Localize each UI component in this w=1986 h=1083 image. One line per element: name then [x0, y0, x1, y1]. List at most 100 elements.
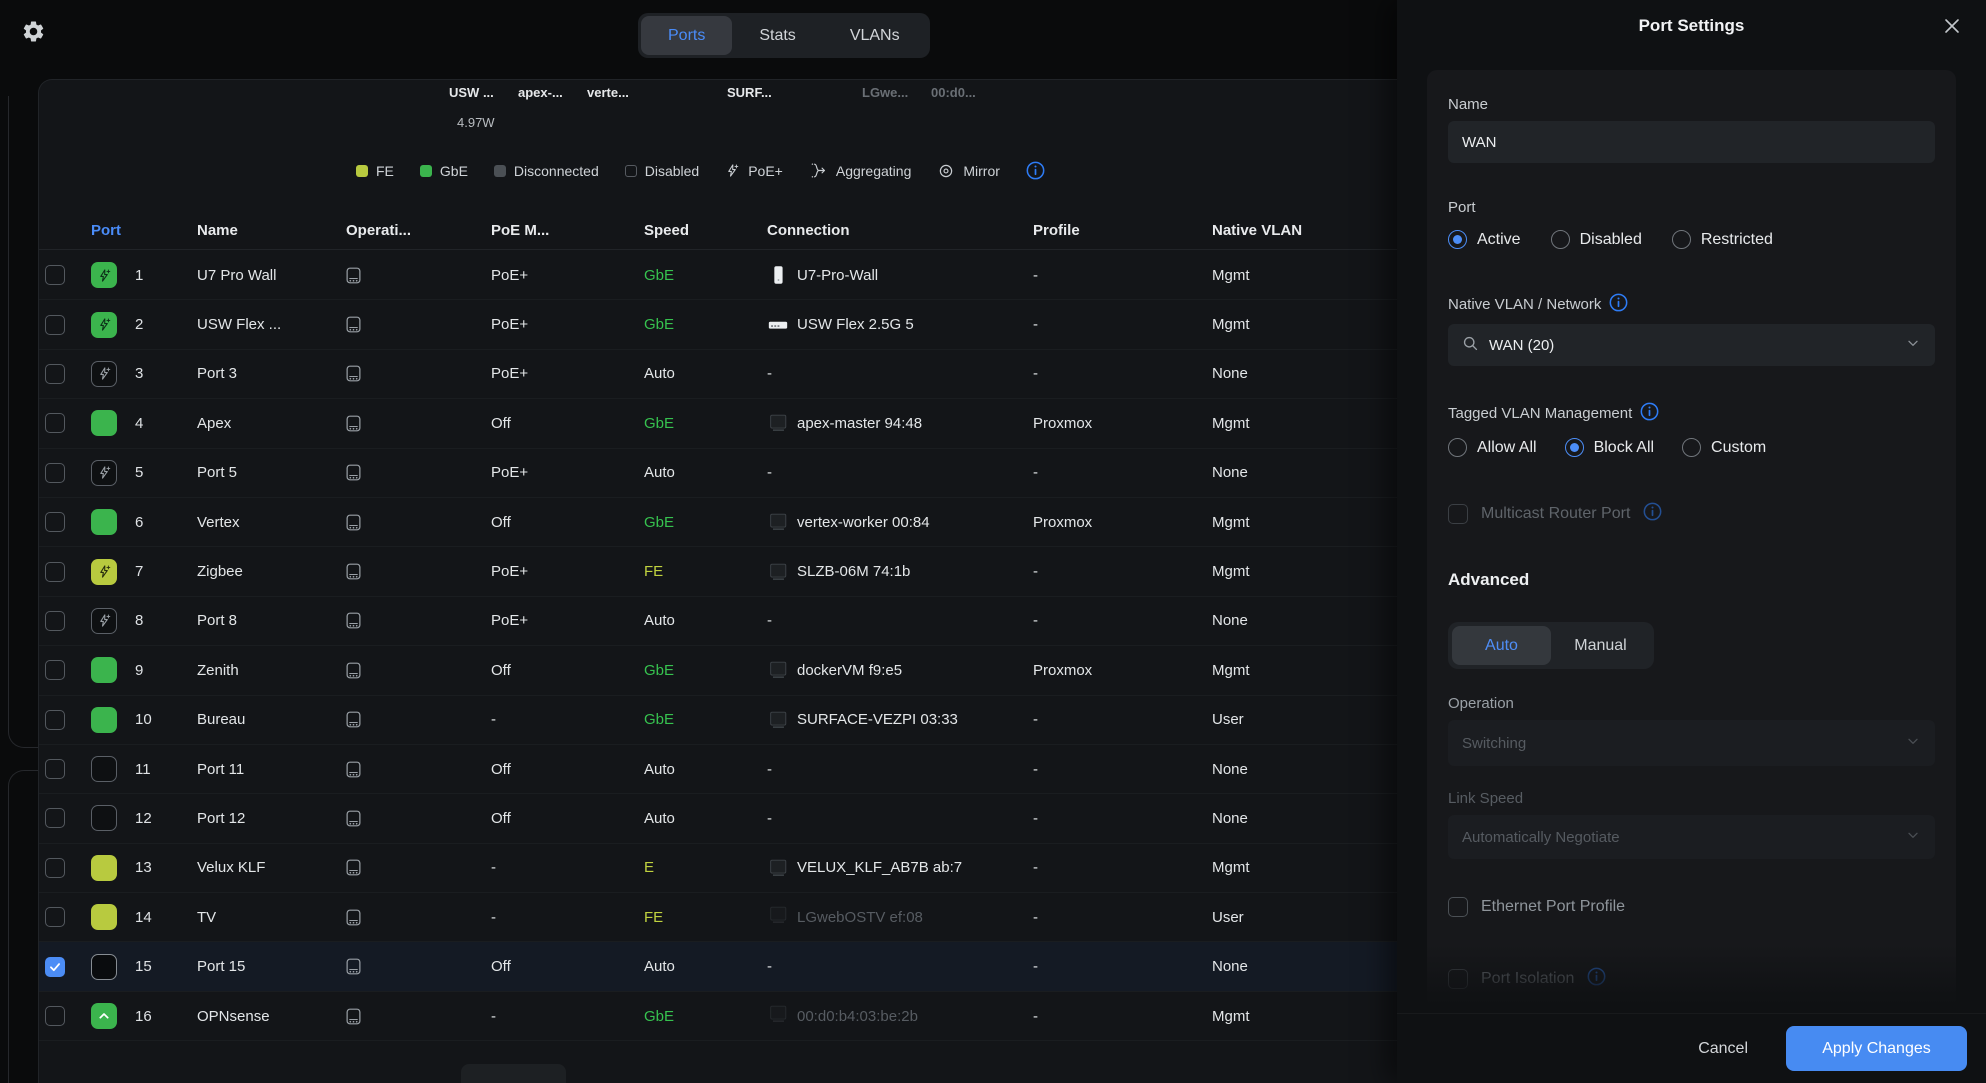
native-vlan: None [1206, 794, 1397, 842]
connection-device-icon [767, 314, 789, 336]
row-checkbox[interactable] [45, 808, 65, 828]
radio-custom-control[interactable] [1682, 438, 1701, 457]
table-row-port-14[interactable]: 14TV-FELGwebOSTV ef:08-User [39, 893, 1397, 942]
table-header: Port Name Operati... PoE M... Speed Conn… [39, 211, 1397, 250]
row-checkbox[interactable] [45, 858, 65, 878]
radio-active-label: Active [1477, 231, 1521, 249]
device-label: SURF... [727, 85, 772, 100]
profile: - [1027, 942, 1206, 990]
info-icon[interactable] [1609, 293, 1628, 316]
table-row-port-5[interactable]: 5Port 5PoE+Auto--None [39, 449, 1397, 498]
table-row-port-7[interactable]: 7ZigbeePoE+FESLZB-06M 74:1b-Mgmt [39, 547, 1397, 596]
radio-allow-all-control[interactable] [1448, 438, 1467, 457]
connection: - [761, 942, 1027, 990]
row-checkbox[interactable] [45, 611, 65, 631]
mode-manual[interactable]: Manual [1551, 626, 1650, 665]
table-row-port-1[interactable]: 1U7 Pro WallPoE+GbEU7-Pro-Wall-Mgmt [39, 251, 1397, 300]
tab-ports[interactable]: Ports [641, 16, 732, 55]
port-isolation-row[interactable]: Port Isolation [1448, 967, 1935, 991]
row-checkbox[interactable] [45, 562, 65, 582]
table-row-port-4[interactable]: 4ApexOffGbEapex-master 94:48ProxmoxMgmt [39, 399, 1397, 448]
column-header-native-vlan[interactable]: Native VLAN [1206, 211, 1397, 249]
connection: - [761, 597, 1027, 645]
table-row-port-16[interactable]: 16OPNsense-GbE00:d0:b4:03:be:2b-Mgmt [39, 992, 1397, 1041]
radio-active-control[interactable] [1448, 230, 1467, 249]
table-row-port-15[interactable]: 15Port 15OffAuto--None [39, 942, 1397, 991]
operation-switching-icon [346, 415, 361, 432]
row-checkbox[interactable] [45, 710, 65, 730]
info-icon[interactable] [1640, 402, 1659, 425]
legend-label: FE [376, 163, 394, 179]
settings-gear-icon[interactable] [21, 19, 46, 49]
poe-mode: PoE+ [485, 251, 638, 299]
connection-device-icon [767, 412, 789, 434]
radio-disabled[interactable]: Disabled [1551, 230, 1642, 249]
radio-block-all[interactable]: Block All [1565, 438, 1654, 457]
swatch-fe [356, 165, 368, 177]
port-isolation-checkbox[interactable] [1448, 969, 1468, 989]
port-number: 8 [135, 612, 143, 629]
pagination-stub[interactable] [461, 1064, 566, 1083]
ethernet-port-profile-row[interactable]: Ethernet Port Profile [1448, 897, 1935, 917]
table-row-port-13[interactable]: 13Velux KLF-EVELUX_KLF_AB7B ab:7-Mgmt [39, 844, 1397, 893]
row-checkbox[interactable] [45, 364, 65, 384]
port-icon-gbe [91, 509, 117, 535]
column-header-name[interactable]: Name [191, 211, 340, 249]
apply-changes-button[interactable]: Apply Changes [1786, 1026, 1967, 1071]
row-checkbox[interactable] [45, 1006, 65, 1026]
radio-block-all-control[interactable] [1565, 438, 1584, 457]
radio-restricted-control[interactable] [1672, 230, 1691, 249]
radio-disabled-control[interactable] [1551, 230, 1570, 249]
profile: - [1027, 300, 1206, 348]
chevron-down-icon [1905, 827, 1921, 847]
table-row-port-6[interactable]: 6VertexOffGbEvertex-worker 00:84ProxmoxM… [39, 498, 1397, 547]
table-row-port-3[interactable]: 3Port 3PoE+Auto--None [39, 350, 1397, 399]
profile: - [1027, 844, 1206, 892]
row-checkbox[interactable] [45, 512, 65, 532]
row-checkbox[interactable] [45, 315, 65, 335]
table-row-port-12[interactable]: 12Port 12OffAuto--None [39, 794, 1397, 843]
native-vlan-select[interactable]: WAN (20) [1448, 324, 1935, 366]
column-header-profile[interactable]: Profile [1027, 211, 1206, 249]
cancel-button[interactable]: Cancel [1698, 1040, 1748, 1058]
column-header-poe-mode[interactable]: PoE M... [485, 211, 638, 249]
row-checkbox[interactable] [45, 265, 65, 285]
operation-switching-icon [346, 761, 361, 778]
table-row-port-8[interactable]: 8Port 8PoE+Auto--None [39, 597, 1397, 646]
tab-vlans[interactable]: VLANs [823, 16, 927, 55]
table-row-port-10[interactable]: 10Bureau-GbESURFACE-VEZPI 03:33-User [39, 696, 1397, 745]
row-checkbox[interactable] [45, 660, 65, 680]
column-header-operation[interactable]: Operati... [340, 211, 485, 249]
mode-auto[interactable]: Auto [1452, 626, 1551, 665]
row-checkbox[interactable] [45, 907, 65, 927]
column-header-speed[interactable]: Speed [638, 211, 761, 249]
legend-item-disconnected: Disconnected [494, 163, 599, 179]
operation-switching-icon [346, 267, 361, 284]
port-number: 4 [135, 415, 143, 432]
radio-active[interactable]: Active [1448, 230, 1521, 249]
row-checkbox[interactable] [45, 413, 65, 433]
port-number: 14 [135, 909, 152, 926]
row-checkbox[interactable] [45, 463, 65, 483]
column-header-port[interactable]: Port [85, 211, 191, 249]
row-checkbox[interactable] [45, 759, 65, 779]
port-icon-poe-idle [91, 361, 117, 387]
column-header-connection[interactable]: Connection [761, 211, 1027, 249]
radio-restricted[interactable]: Restricted [1672, 230, 1773, 249]
device-label: USW ... [449, 85, 494, 100]
tab-stats[interactable]: Stats [732, 16, 822, 55]
ethernet-profile-checkbox[interactable] [1448, 897, 1468, 917]
table-row-port-9[interactable]: 9ZenithOffGbEdockerVM f9:e5ProxmoxMgmt [39, 646, 1397, 695]
name-field[interactable] [1448, 121, 1935, 163]
row-checkbox[interactable] [45, 957, 65, 977]
mirror-icon [937, 162, 955, 180]
close-icon[interactable] [1942, 16, 1962, 41]
table-row-port-11[interactable]: 11Port 11OffAuto--None [39, 745, 1397, 794]
radio-allow-all[interactable]: Allow All [1448, 438, 1537, 457]
multicast-label: Multicast Router Port [1481, 505, 1630, 523]
radio-custom[interactable]: Custom [1682, 438, 1766, 457]
table-row-port-2[interactable]: 2USW Flex ...PoE+GbEUSW Flex 2.5G 5-Mgmt [39, 300, 1397, 349]
poe-mode: - [485, 844, 638, 892]
port-icon-poe-idle [91, 608, 117, 634]
legend-info-icon[interactable] [1026, 161, 1045, 180]
